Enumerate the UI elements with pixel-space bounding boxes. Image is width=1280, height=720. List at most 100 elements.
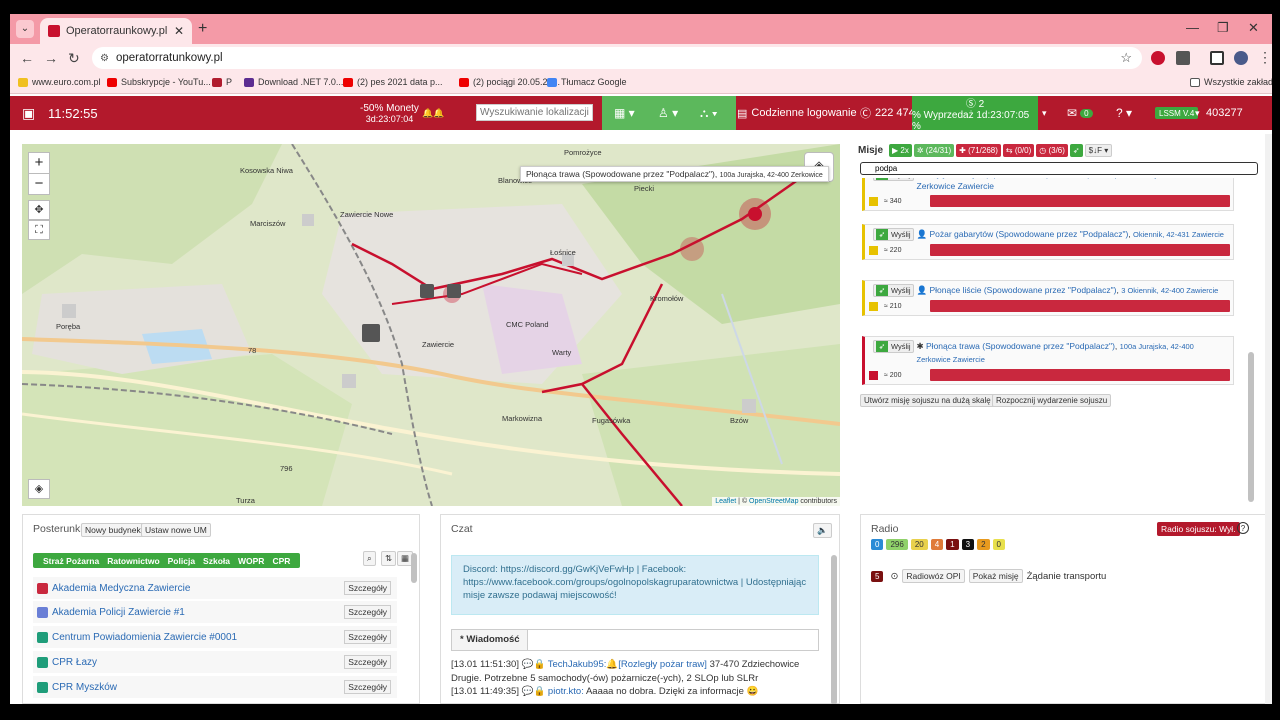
browser-tab[interactable]: Operatorraunkowy.pl ✕ xyxy=(40,18,192,44)
missions-scrollbar[interactable] xyxy=(1248,352,1254,502)
send-button[interactable]: ➶Wyślij xyxy=(873,178,914,181)
help-icon[interactable]: ? ▾ xyxy=(1116,96,1132,130)
messages-button[interactable]: ✉ 0 xyxy=(1067,96,1093,130)
filter-planned[interactable]: ◷ (3/6) xyxy=(1036,144,1068,157)
chevron-down-icon[interactable]: ▾ xyxy=(1195,96,1200,130)
building-row[interactable]: Akademia Policji Zawiercie #1 Szczegóły xyxy=(33,601,397,623)
extensions-icon[interactable] xyxy=(1176,51,1190,65)
filter-rescue[interactable]: Ratownictwo xyxy=(107,556,159,566)
filter-cpr[interactable]: CPR xyxy=(272,556,290,566)
bookmark-item[interactable]: Subskrypcje - YouTu... xyxy=(107,77,211,87)
message-input[interactable] xyxy=(528,630,818,650)
status-count-badge[interactable]: 0 xyxy=(871,539,884,550)
sound-icon[interactable]: 🔈 xyxy=(813,523,832,538)
forward-icon[interactable]: → xyxy=(44,50,58,66)
status-count-badge[interactable]: 1 xyxy=(946,539,959,550)
show-mission-button[interactable]: Pokaż misję xyxy=(968,569,1023,583)
status-count-badge[interactable]: 0 xyxy=(992,539,1005,550)
tab-search-button[interactable]: ⌄ xyxy=(16,20,34,38)
new-tab-button[interactable]: + xyxy=(198,20,207,38)
search-icon[interactable]: ⌕ xyxy=(363,551,376,566)
opera-icon[interactable] xyxy=(1151,51,1165,65)
building-row[interactable]: Centrum Powiadomienia Zawiercie #0001 Szc… xyxy=(33,626,397,648)
buildings-menu-icon[interactable]: ▦ ▾ xyxy=(614,96,635,130)
details-button[interactable]: Szczegóły xyxy=(344,655,391,669)
status-count-badge[interactable]: 4 xyxy=(930,539,944,550)
speed-button[interactable]: ▶ 2x xyxy=(889,144,912,157)
page-scrollbar[interactable] xyxy=(1265,134,1272,704)
filter-transport[interactable]: ⇆ (0/0) xyxy=(1002,144,1035,157)
mission-card[interactable]: ➶ Wyślij 👤 Pożar gabarytów (Spowodowane pr… xyxy=(862,224,1234,260)
bookmark-item[interactable]: www.euro.com.pl xyxy=(18,77,101,87)
profile-avatar[interactable] xyxy=(1234,51,1248,65)
location-search-input[interactable] xyxy=(476,104,593,121)
profile-menu-icon[interactable]: ♙ ▾ xyxy=(658,96,678,130)
create-alliance-mission-button[interactable]: Utwórz misję sojuszu na dużą skalę xyxy=(860,394,995,407)
bookmark-item[interactable]: P xyxy=(212,77,232,87)
sort-icon[interactable]: ⇅ xyxy=(381,551,397,566)
layers-small-icon[interactable]: ◈ xyxy=(28,479,50,499)
game-logo-icon[interactable]: ▣ xyxy=(22,96,35,130)
send-button[interactable]: ➶Wyślij xyxy=(873,340,914,353)
restore-button[interactable]: ❐ xyxy=(1217,20,1229,36)
filter-fire[interactable]: Straż Pożarna xyxy=(43,556,99,566)
status-count-badge[interactable]: 3 xyxy=(961,539,975,550)
osm-link[interactable]: OpenStreetMap xyxy=(749,498,798,505)
map-view-icon[interactable]: ⛶ xyxy=(28,220,50,240)
chevron-down-icon[interactable]: ▾ xyxy=(1042,96,1047,130)
alliance-menu-icon[interactable]: ⛬ ▾ xyxy=(700,96,718,130)
set-um-button[interactable]: Ustaw nowe UM xyxy=(141,523,211,537)
close-tab-icon[interactable]: ✕ xyxy=(174,24,184,38)
filter-emergency[interactable]: ✲ (24/31) xyxy=(913,144,955,157)
reload-icon[interactable]: ↻ xyxy=(68,50,80,67)
mission-card[interactable]: ➶ Wyślij ✱ Płonąca trawa (Spowodowane prze… xyxy=(862,336,1234,385)
credits-display[interactable]: Ⓒ 222 474 xyxy=(860,96,915,130)
zoom-in-button[interactable]: + xyxy=(28,152,50,174)
mission-card[interactable]: ➶ Wyślij 👤 Płonące liście (Spowodowane prz… xyxy=(862,280,1234,316)
status-count-badge[interactable]: 20 xyxy=(910,539,928,550)
address-bar[interactable]: ⚙ operatorratunkowy.pl ☆ xyxy=(92,47,1142,69)
back-icon[interactable]: ← xyxy=(20,50,34,66)
daily-login-button[interactable]: ▤ Codzienne logowanie xyxy=(737,96,857,130)
start-alliance-event-button[interactable]: Rozpocznij wydarzenie sojuszu xyxy=(992,394,1112,407)
send-button[interactable]: ➶Wyślij xyxy=(873,284,914,297)
stations-scrollbar[interactable] xyxy=(411,553,417,583)
site-info-icon[interactable]: ⚙ xyxy=(100,53,109,64)
details-button[interactable]: Szczegóły xyxy=(344,630,391,644)
sidebar-icon[interactable] xyxy=(1210,51,1224,65)
bookmark-item[interactable]: Tłumacz Google xyxy=(547,77,627,87)
filter-alliance[interactable]: ➶ xyxy=(1069,144,1083,157)
bookmark-item[interactable]: (2) pes 2021 data p... xyxy=(343,77,443,87)
details-button[interactable]: Szczegóły xyxy=(344,581,391,595)
coins-promo[interactable]: -50% Monety 3d:23:07:04 xyxy=(360,96,419,130)
minimize-button[interactable]: — xyxy=(1186,20,1199,35)
send-button[interactable]: ➶Wyślij xyxy=(873,228,914,241)
help-icon[interactable]: ? xyxy=(1237,522,1249,534)
bookmark-item[interactable]: (2) pociągi 20.05.20... xyxy=(459,77,560,87)
details-button[interactable]: Szczegóły xyxy=(344,680,391,694)
new-building-button[interactable]: Nowy budynek xyxy=(81,523,145,537)
filter-ambulance[interactable]: ✚ (71/268) xyxy=(956,144,1001,157)
building-row[interactable]: CPR Łazy Szczegóły xyxy=(33,651,397,673)
fullscreen-icon[interactable]: ✥ xyxy=(28,200,50,220)
filter-school[interactable]: Szkoła xyxy=(203,556,230,566)
bookmark-star-icon[interactable]: ☆ xyxy=(1120,50,1132,66)
all-bookmarks[interactable]: Wszystkie zakładki xyxy=(1190,77,1272,87)
building-row[interactable]: Akademia Medyczna Zawiercie Szczegóły xyxy=(33,577,397,599)
menu-icon[interactable]: ⋮ xyxy=(1258,49,1272,66)
alliance-radio-toggle[interactable]: Radio sojuszu: Wył. xyxy=(1157,522,1240,536)
vehicle-button[interactable]: Radiowóz OPI xyxy=(902,569,965,583)
sale-banner[interactable]: Ⓢ 2 % Wyprzedaż 1d:23:07:05 % xyxy=(912,96,1038,132)
zoom-out-button[interactable]: − xyxy=(28,173,50,195)
lssm-version-badge[interactable]: LSSM V.4 xyxy=(1155,107,1199,119)
filter-wopr[interactable]: WOPR xyxy=(238,556,264,566)
mission-search-input[interactable] xyxy=(860,162,1258,175)
mission-map[interactable]: Kosowska Niwa Zawiercie Nowe Marciszów P… xyxy=(22,144,840,506)
chat-scrollbar[interactable] xyxy=(831,555,837,704)
target-icon[interactable]: ⊙ xyxy=(890,571,898,582)
building-row[interactable]: CPR Myszków Szczegóły xyxy=(33,676,397,698)
leaflet-link[interactable]: Leaflet xyxy=(715,498,736,505)
status-count-badge[interactable]: 296 xyxy=(886,539,908,550)
mission-card[interactable]: ➶WyślijPłonący motocykl (Spowodowane prz… xyxy=(862,178,1234,211)
sort-dropdown[interactable]: $↓F ▾ xyxy=(1084,144,1113,157)
